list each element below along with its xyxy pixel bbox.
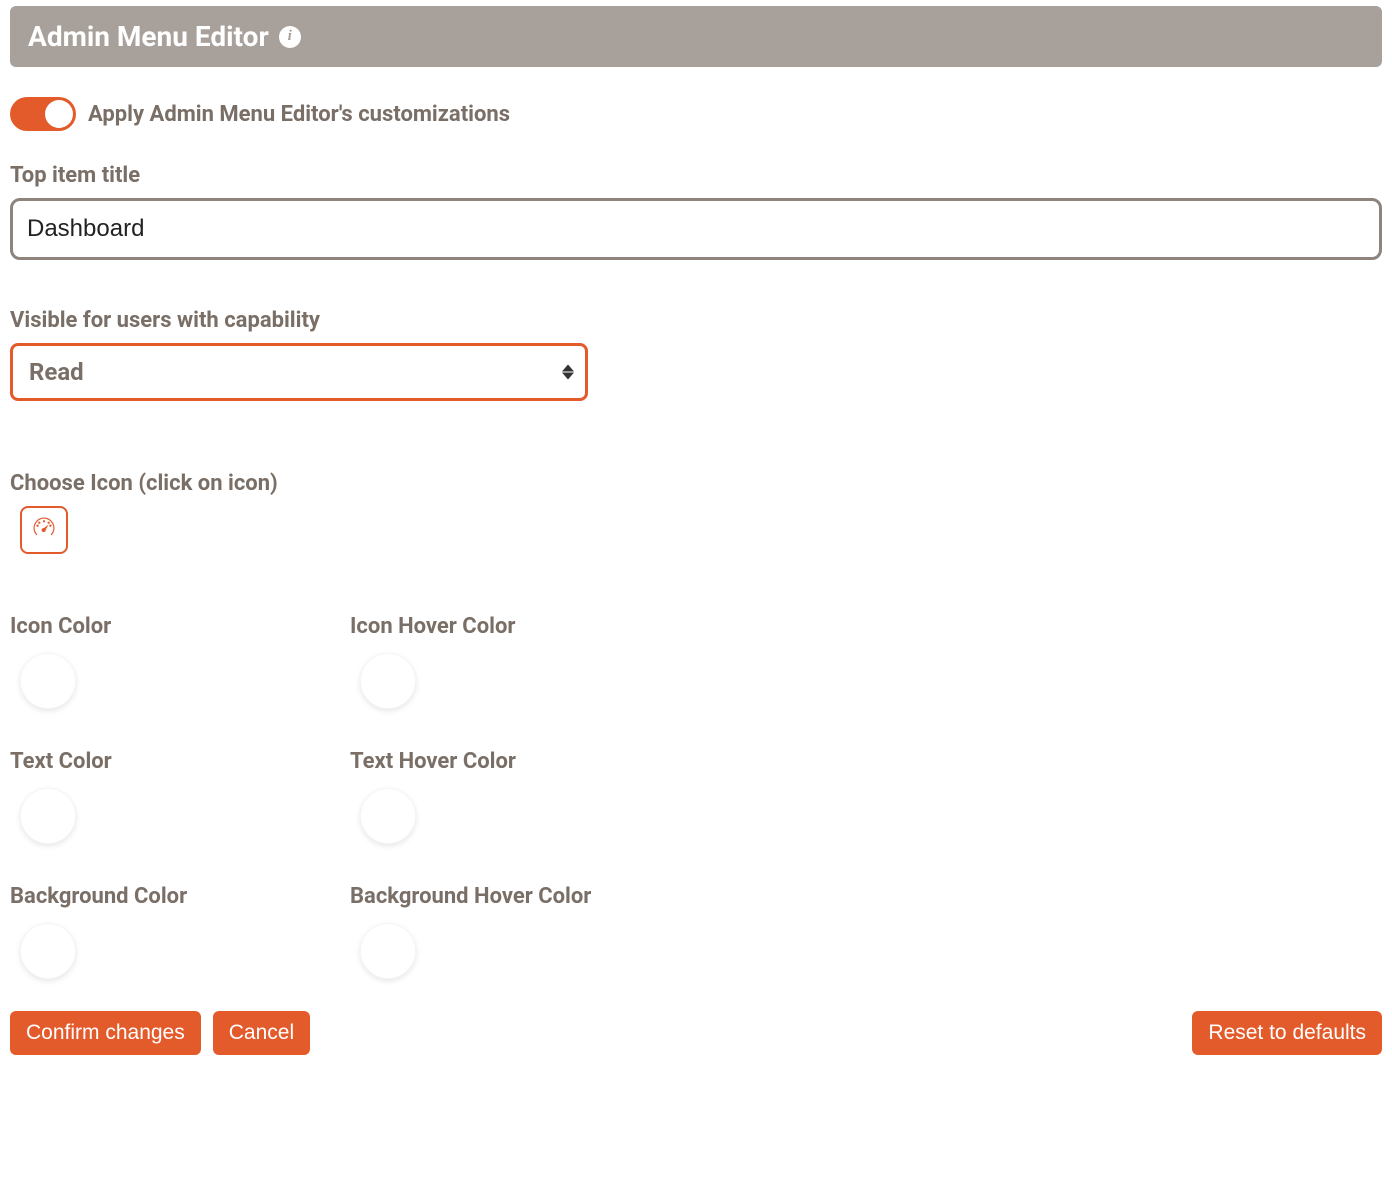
background-color-swatch[interactable] [20,923,76,979]
apply-toggle[interactable] [10,97,76,131]
capability-label: Visible for users with capability [10,308,1382,333]
confirm-button[interactable]: Confirm changes [10,1011,201,1055]
info-icon[interactable]: i [279,26,301,48]
background-hover-color-swatch[interactable] [360,923,416,979]
top-item-title-label: Top item title [10,163,1382,188]
text-hover-color-swatch[interactable] [360,788,416,844]
cancel-button[interactable]: Cancel [213,1011,310,1055]
background-hover-color-label: Background Hover Color [350,884,690,909]
panel-title: Admin Menu Editor [28,20,269,53]
choose-icon-label: Choose Icon (click on icon) [10,471,1382,496]
icon-color-label: Icon Color [10,614,350,639]
color-grid: Icon Color Icon Hover Color Text Color T… [10,614,1382,979]
apply-toggle-label: Apply Admin Menu Editor's customizations [88,102,510,127]
panel-header: Admin Menu Editor i [10,6,1382,67]
background-hover-color-item: Background Hover Color [350,884,690,979]
icon-hover-color-item: Icon Hover Color [350,614,690,709]
background-color-item: Background Color [10,884,350,979]
icon-hover-color-label: Icon Hover Color [350,614,690,639]
apply-toggle-row: Apply Admin Menu Editor's customizations [10,97,1382,131]
text-hover-color-item: Text Hover Color [350,749,690,844]
text-color-item: Text Color [10,749,350,844]
capability-select-wrap: Read [10,343,588,401]
action-button-row: Confirm changes Cancel Reset to defaults [10,1011,1382,1055]
icon-hover-color-swatch[interactable] [360,653,416,709]
reset-button[interactable]: Reset to defaults [1192,1011,1382,1055]
text-color-swatch[interactable] [20,788,76,844]
icon-color-item: Icon Color [10,614,350,709]
icon-color-swatch[interactable] [20,653,76,709]
text-hover-color-label: Text Hover Color [350,749,690,774]
background-color-label: Background Color [10,884,350,909]
dashboard-icon [30,514,58,546]
text-color-label: Text Color [10,749,350,774]
capability-select[interactable]: Read [10,343,588,401]
top-item-title-input[interactable] [10,198,1382,260]
icon-picker-button[interactable] [20,506,68,554]
